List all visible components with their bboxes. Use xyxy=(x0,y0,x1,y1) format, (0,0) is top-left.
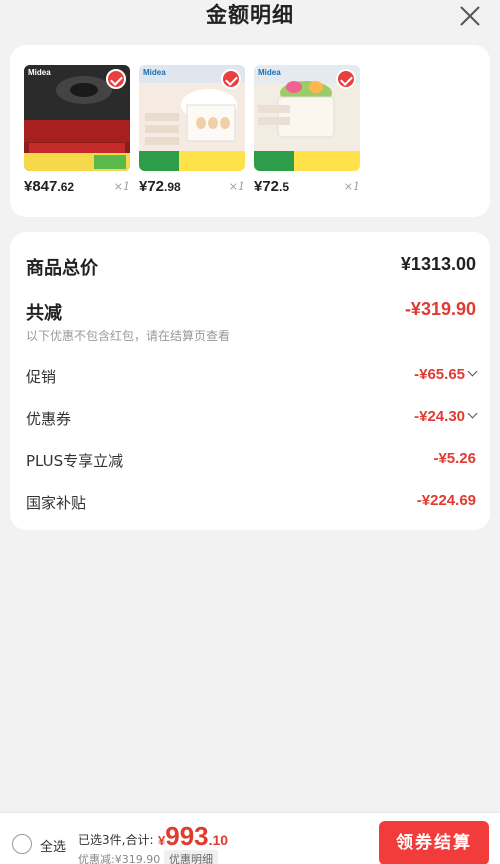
product-price: ¥72.5 xyxy=(254,178,290,195)
chevron-down-icon[interactable] xyxy=(467,408,478,419)
select-all-radio[interactable] xyxy=(12,834,32,854)
coupon-label: 优惠券 xyxy=(26,410,72,428)
product-quantity: ×1 xyxy=(343,180,360,193)
product-item[interactable]: Midea ¥72.5 ×1 xyxy=(254,65,360,195)
subtotal-value: ¥1313.00 xyxy=(400,254,476,274)
product-quantity: ×1 xyxy=(113,180,130,193)
discount-total: 优惠减:¥319.90 xyxy=(78,853,161,864)
plus-label: PLUS专享立减 xyxy=(26,452,124,470)
select-all-label[interactable]: 全选 xyxy=(40,836,66,855)
product-thumbnail: Midea xyxy=(139,65,245,171)
checkout-bar: 全选 已选3件,合计: ¥993.10 优惠减:¥319.90 优惠明细 领券结… xyxy=(0,812,500,864)
reduction-value: -¥319.90 xyxy=(404,299,476,319)
coupon-value: -¥24.30 xyxy=(414,408,478,425)
price-row: ¥847.62 ×1 xyxy=(24,178,130,200)
product-item[interactable]: Midea ¥72.98 ×1 xyxy=(139,65,245,195)
product-price: ¥72.98 xyxy=(139,178,181,195)
promo-label: 促销 xyxy=(26,368,57,386)
product-quantity: ×1 xyxy=(228,180,245,193)
product-thumbnail: Midea xyxy=(254,65,360,171)
brand-logo: Midea xyxy=(258,68,281,77)
product-card: Midea ¥847.62 ×1 Midea ¥72.98 ×1 Midea ¥… xyxy=(10,45,490,217)
price-row: ¥72.98 ×1 xyxy=(139,178,245,200)
brand-logo: Midea xyxy=(143,68,166,77)
check-icon[interactable] xyxy=(221,69,241,89)
price-row: ¥72.5 ×1 xyxy=(254,178,360,200)
subtotal-label: 商品总价 xyxy=(26,258,98,279)
product-thumbnail: Midea xyxy=(24,65,130,171)
check-icon[interactable] xyxy=(336,69,356,89)
subsidy-value: -¥224.69 xyxy=(416,492,476,509)
check-icon[interactable] xyxy=(106,69,126,89)
header: 金额明细 xyxy=(0,0,500,34)
reduction-label: 共减 xyxy=(26,303,62,324)
discount-detail-button[interactable]: 优惠明细 xyxy=(164,850,218,864)
total-amount: ¥993.10 xyxy=(158,821,229,851)
amount-breakdown: 商品总价 ¥1313.00 共减 -¥319.90 以下优惠不包含红包，请在结算… xyxy=(10,232,490,530)
page-title: 金额明细 xyxy=(206,3,294,27)
plus-value: -¥5.26 xyxy=(433,450,476,467)
close-icon[interactable] xyxy=(458,4,482,28)
brand-logo: Midea xyxy=(28,68,51,77)
subsidy-label: 国家补贴 xyxy=(26,494,87,512)
promo-value: -¥65.65 xyxy=(414,366,478,383)
product-price: ¥847.62 xyxy=(24,178,75,195)
discount-note: 以下优惠不包含红包，请在结算页查看 xyxy=(26,329,231,343)
product-item[interactable]: Midea ¥847.62 ×1 xyxy=(24,65,130,195)
chevron-down-icon[interactable] xyxy=(467,366,478,377)
checkout-button[interactable]: 领券结算 xyxy=(379,821,489,864)
selected-summary: 已选3件,合计: xyxy=(78,833,154,847)
